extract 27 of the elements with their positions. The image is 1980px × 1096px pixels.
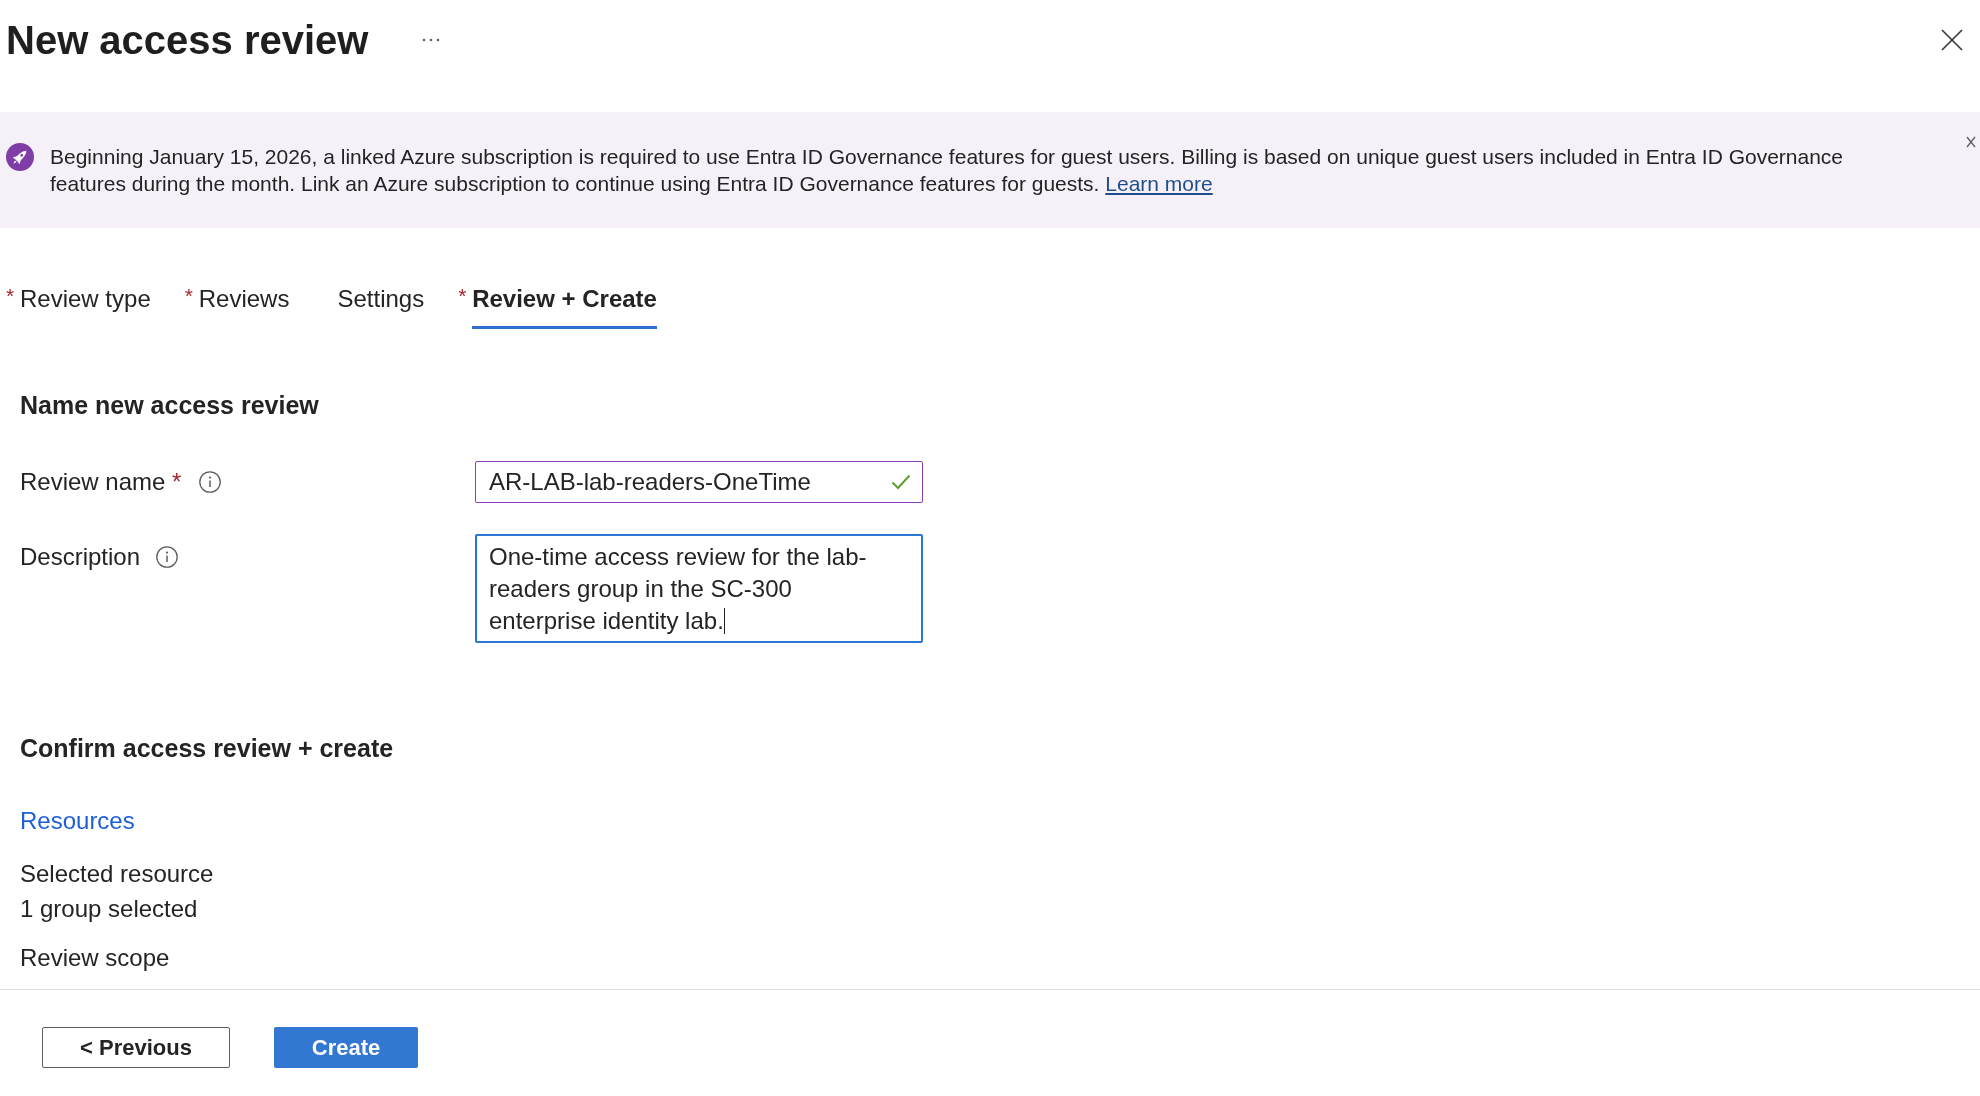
- summary-label: Review scope: [20, 943, 170, 973]
- banner-message: Beginning January 15, 2026, a linked Azure subscription is required to use Entra ID Governance features for guest users. Billing is based on unique guest users included in Entra ID Governance features during the month. Link an Azure subscription to continue using Entra ID Governance features for guests. Learn more: [50, 144, 1845, 197]
- section-heading: Name new access review: [20, 390, 319, 421]
- close-icon[interactable]: [1966, 136, 1976, 148]
- create-button[interactable]: Create: [274, 1027, 418, 1068]
- tab[interactable]: * Review type: [6, 284, 151, 329]
- section-heading: Confirm access review + create: [20, 733, 394, 764]
- ellipsis-icon: [422, 38, 441, 42]
- field-label: Review name *: [20, 467, 182, 497]
- review-name-field[interactable]: AR-LAB-lab-readers-OneTime: [475, 461, 923, 503]
- field-label: Description: [20, 542, 141, 572]
- description-field[interactable]: One-time access review for the lab-readers group in the SC-300 enterprise identity lab.: [475, 534, 923, 643]
- tab[interactable]: * Review + Create: [458, 284, 657, 329]
- tab[interactable]: * Reviews: [184, 284, 290, 329]
- previous-button[interactable]: < Previous: [42, 1027, 230, 1068]
- rocket-icon: [6, 143, 34, 171]
- close-button[interactable]: [1940, 28, 1964, 52]
- learn-more-link[interactable]: Learn more: [1105, 172, 1213, 195]
- info-icon[interactable]: [199, 471, 222, 493]
- tab[interactable]: Settings: [323, 284, 425, 329]
- summary-value: 1 group selected: [20, 894, 198, 924]
- page-title: New access review: [6, 17, 369, 64]
- info-icon[interactable]: [156, 546, 179, 568]
- close-icon: [1941, 29, 1963, 51]
- text-cursor: [723, 608, 725, 634]
- summary-label: Selected resource: [20, 859, 214, 889]
- resources-heading: Resources: [20, 806, 135, 836]
